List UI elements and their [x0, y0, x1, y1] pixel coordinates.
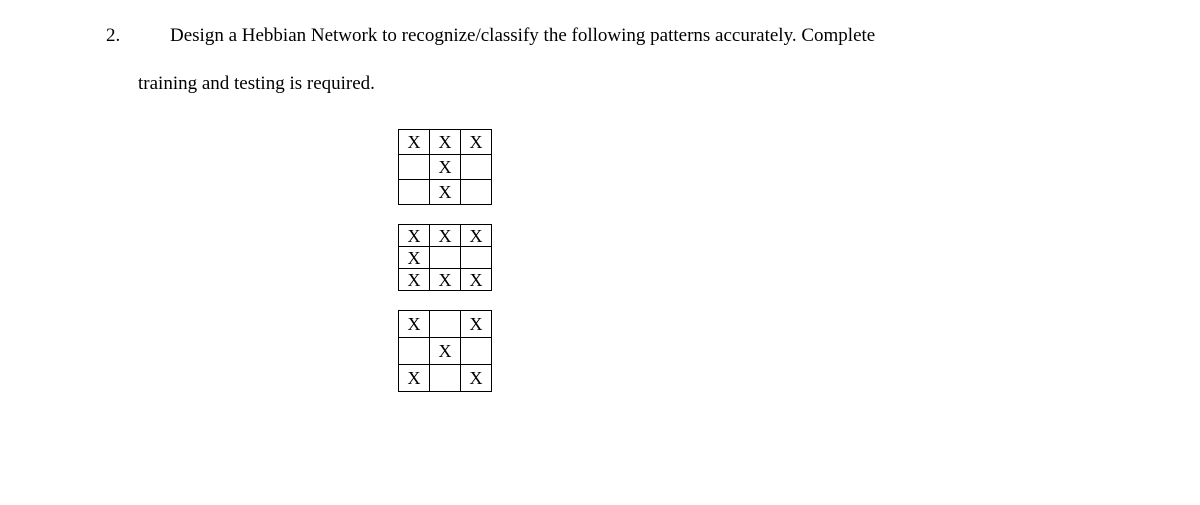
grid-cell: [430, 311, 461, 338]
pattern-grids-container: X X X X X X X X X X X X: [398, 129, 1200, 392]
grid-cell: X: [461, 225, 492, 247]
question-number: 2.: [138, 12, 170, 60]
grid-cell: X: [430, 269, 461, 291]
table-row: X X X: [399, 130, 492, 155]
table-row: X: [399, 338, 492, 365]
grid-cell: X: [399, 269, 430, 291]
grid-cell: [461, 247, 492, 269]
table-row: X X X: [399, 225, 492, 247]
grid-cell: X: [461, 311, 492, 338]
table-row: X: [399, 247, 492, 269]
grid-cell: X: [430, 180, 461, 205]
table-row: X X: [399, 311, 492, 338]
grid-cell: X: [461, 269, 492, 291]
question-text-line-2: training and testing is required.: [138, 60, 1100, 108]
table-row: X X: [399, 365, 492, 392]
table-row: X: [399, 155, 492, 180]
grid-cell: X: [430, 225, 461, 247]
pattern-grid-3: X X X X X: [398, 310, 492, 392]
grid-cell: X: [399, 311, 430, 338]
grid-cell: X: [430, 155, 461, 180]
grid-cell: [399, 180, 430, 205]
question-text-line-1: Design a Hebbian Network to recognize/cl…: [170, 25, 875, 46]
grid-cell: X: [461, 130, 492, 155]
grid-cell: X: [430, 130, 461, 155]
grid-cell: [399, 338, 430, 365]
grid-cell: [461, 180, 492, 205]
table-row: X X X: [399, 269, 492, 291]
question-line-1: 2.Design a Hebbian Network to recognize/…: [138, 12, 1100, 60]
grid-cell: X: [399, 247, 430, 269]
grid-cell: [461, 155, 492, 180]
question-block: 2.Design a Hebbian Network to recognize/…: [0, 12, 1200, 107]
grid-cell: [461, 338, 492, 365]
pattern-grid-2: X X X X X X X: [398, 224, 492, 291]
pattern-grid-1: X X X X X: [398, 129, 492, 205]
grid-cell: [430, 247, 461, 269]
grid-cell: X: [399, 130, 430, 155]
grid-cell: X: [430, 338, 461, 365]
table-row: X: [399, 180, 492, 205]
grid-cell: X: [461, 365, 492, 392]
grid-cell: [399, 155, 430, 180]
grid-cell: X: [399, 365, 430, 392]
grid-cell: X: [399, 225, 430, 247]
grid-cell: [430, 365, 461, 392]
